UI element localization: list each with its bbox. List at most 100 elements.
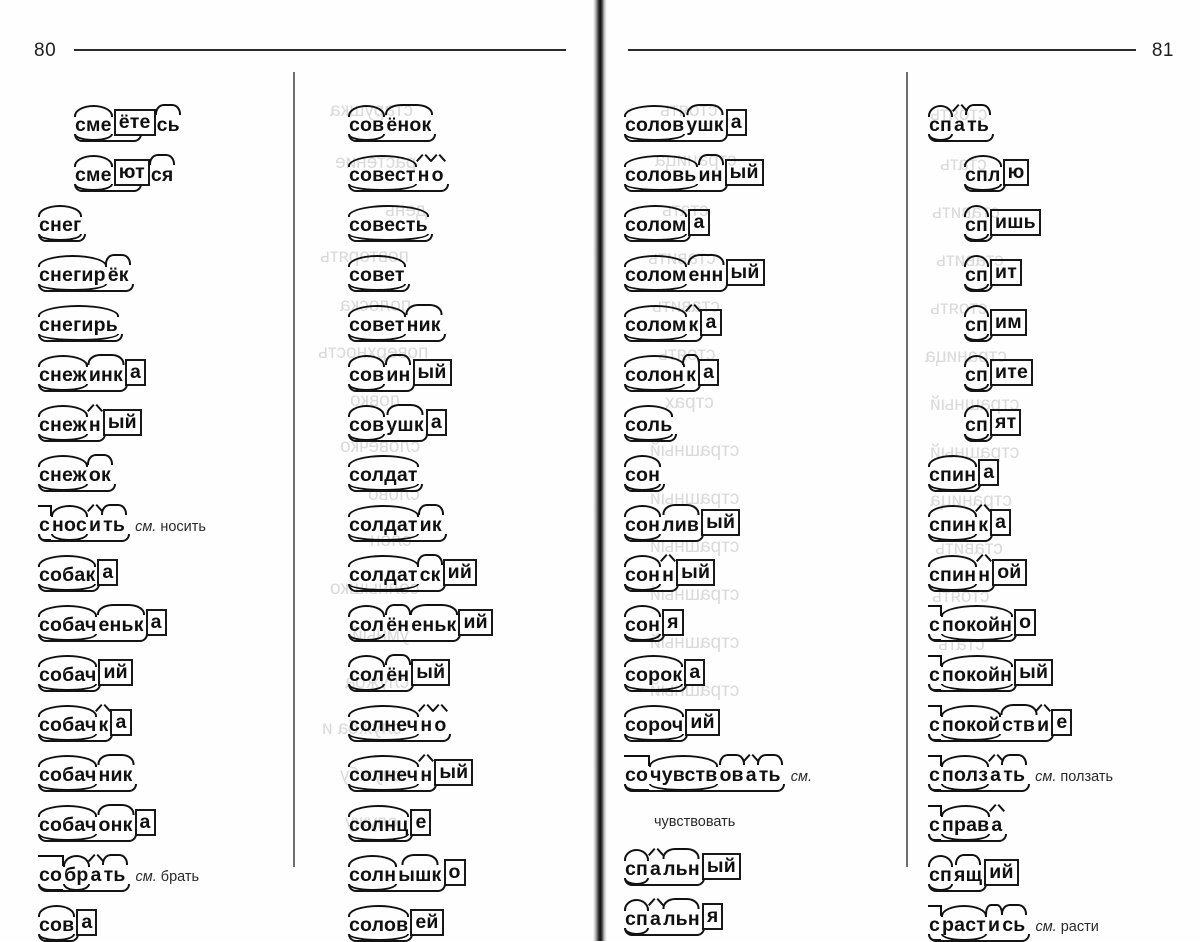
caret-icon <box>89 504 102 512</box>
caret-icon <box>756 754 783 765</box>
morpheme-suf: н <box>88 414 102 436</box>
dictionary-entry: снег <box>38 186 306 242</box>
morpheme-root: сп <box>964 205 990 241</box>
dictionary-entry: снегир ёк <box>38 236 306 292</box>
morpheme-root: сп <box>624 899 650 935</box>
headword-спина: спин а <box>928 455 1000 492</box>
morpheme-pre: с <box>928 805 943 841</box>
dictionary-entry: спин а <box>928 436 1176 492</box>
dictionary-entry: сов ин ый <box>348 336 598 392</box>
morpheme-root: совет <box>348 305 406 341</box>
morpheme-suf: ся <box>149 154 176 186</box>
morpheme-end: я <box>701 903 724 930</box>
dictionary-entry: солом к а <box>624 286 892 342</box>
morpheme-pre: с <box>928 905 943 941</box>
caret-icon <box>384 654 411 665</box>
morpheme-root: совесть <box>348 205 429 241</box>
caret-icon <box>155 104 182 115</box>
morpheme-end: ит <box>990 259 1022 286</box>
morpheme-suf: ин <box>385 354 412 386</box>
headword-снежок: снеж ок <box>38 454 116 492</box>
morpheme-suf: и <box>1036 714 1050 736</box>
dictionary-entry: сп ишь <box>928 186 1176 242</box>
morpheme-root: снеж <box>38 355 88 391</box>
morpheme-root: сон <box>624 555 662 591</box>
morpheme-root: сп <box>928 105 954 141</box>
caret-icon <box>662 898 700 909</box>
headword-совесть: совесть <box>348 205 433 242</box>
headword-соль: соль <box>624 405 677 442</box>
morpheme-suf: а <box>649 858 662 880</box>
morpheme-root: собач <box>38 605 98 641</box>
dictionary-entry: сме ют ся <box>38 136 306 192</box>
caret-icon <box>417 504 444 515</box>
morpheme-end: а <box>978 459 1000 486</box>
morpheme-end: ют <box>113 159 150 186</box>
morpheme-root: солн <box>348 855 398 891</box>
morpheme-pre: с <box>928 755 943 791</box>
dictionary-entry: сон я <box>624 586 892 642</box>
dictionary-entry: сп а ть <box>928 86 1176 142</box>
caret-icon <box>965 104 992 115</box>
morpheme-root: солнеч <box>348 705 420 741</box>
caret-icon <box>662 504 700 515</box>
headword-солнышко: солн ышк о <box>348 854 466 892</box>
headword-сон: сон <box>624 455 665 492</box>
cross-reference[interactable]: см. носить <box>135 519 206 536</box>
caret-icon <box>384 104 433 115</box>
headword-спать: сп а ть <box>928 104 994 142</box>
morpheme-suf: лив <box>661 504 700 536</box>
headword-снежинка: снеж инк а <box>38 354 147 392</box>
morpheme-root: бр <box>63 855 90 891</box>
dictionary-entry: солн ышк о <box>348 836 598 892</box>
morpheme-end: е <box>1051 709 1073 736</box>
caret-icon <box>977 504 990 512</box>
dictionary-entry: солом а <box>624 186 892 242</box>
headword-солёный: сол ён ый <box>348 654 451 692</box>
headword-смеётесь: сме ёте сь <box>74 104 182 142</box>
cross-reference[interactable]: см. брать <box>136 869 200 886</box>
book-spread: 80 старушка растение день повторять поло… <box>0 0 1200 942</box>
dictionary-entry: с полз а ть см. ползать <box>928 736 1176 792</box>
cross-reference-continuation[interactable]: чувствовать <box>624 786 892 830</box>
morpheme-root: сме <box>74 105 113 141</box>
cross-reference[interactable]: см. расти <box>1035 919 1098 936</box>
morpheme-end: я <box>662 609 684 636</box>
headword-солнечно: солнеч н о <box>348 705 451 742</box>
morpheme-suf: ник <box>97 754 135 786</box>
headword-совёнок: сов ёнок <box>348 104 436 142</box>
morpheme-end: ите <box>990 359 1034 386</box>
dictionary-entry: со чувств ов а ть см. <box>624 736 892 792</box>
dictionary-entry: солнц е <box>348 786 598 842</box>
morpheme-end: ый <box>1014 659 1054 686</box>
dictionary-entry: совесть <box>348 186 598 242</box>
morpheme-end: ый <box>412 359 452 386</box>
morpheme-end: ый <box>701 509 741 536</box>
morpheme-root: снеж <box>38 405 88 441</box>
morpheme-pre: с <box>38 505 53 541</box>
dictionary-entry: сп ите <box>928 336 1176 392</box>
headword-собака: собак а <box>38 555 119 592</box>
morpheme-end: ёте <box>113 109 156 136</box>
morpheme-root: спин <box>928 555 978 591</box>
dictionary-entry: солдат ск ий <box>348 536 598 592</box>
cross-reference[interactable]: см. ползать <box>1035 769 1113 786</box>
morpheme-end: а <box>425 409 447 436</box>
morpheme-end: ый <box>102 409 142 436</box>
headword-солдат: солдат <box>348 455 423 492</box>
headword-соломка: солом к а <box>624 305 722 342</box>
dictionary-entry: со бр а ть см. брать <box>38 836 306 892</box>
dictionary-entry: сп ит <box>928 236 1176 292</box>
entry-column-1: сме ёте сь сме ют ся снег снегир ёк снегирь снеж ин… <box>38 86 306 942</box>
morpheme-root: собач <box>38 655 98 691</box>
caret-icon <box>90 854 103 862</box>
headword-спальня: сп а льн я <box>624 898 724 936</box>
morpheme-root: покой <box>941 705 1002 741</box>
cross-reference[interactable]: см. <box>791 769 812 786</box>
dictionary-entry: собач онк а <box>38 786 306 842</box>
morpheme-suf: а <box>953 114 966 136</box>
morpheme-end: о <box>443 859 466 886</box>
dictionary-entry: сп ят <box>928 386 1176 442</box>
morpheme-end: а <box>97 559 119 586</box>
cross-reference-target: чувствовать <box>654 814 736 830</box>
